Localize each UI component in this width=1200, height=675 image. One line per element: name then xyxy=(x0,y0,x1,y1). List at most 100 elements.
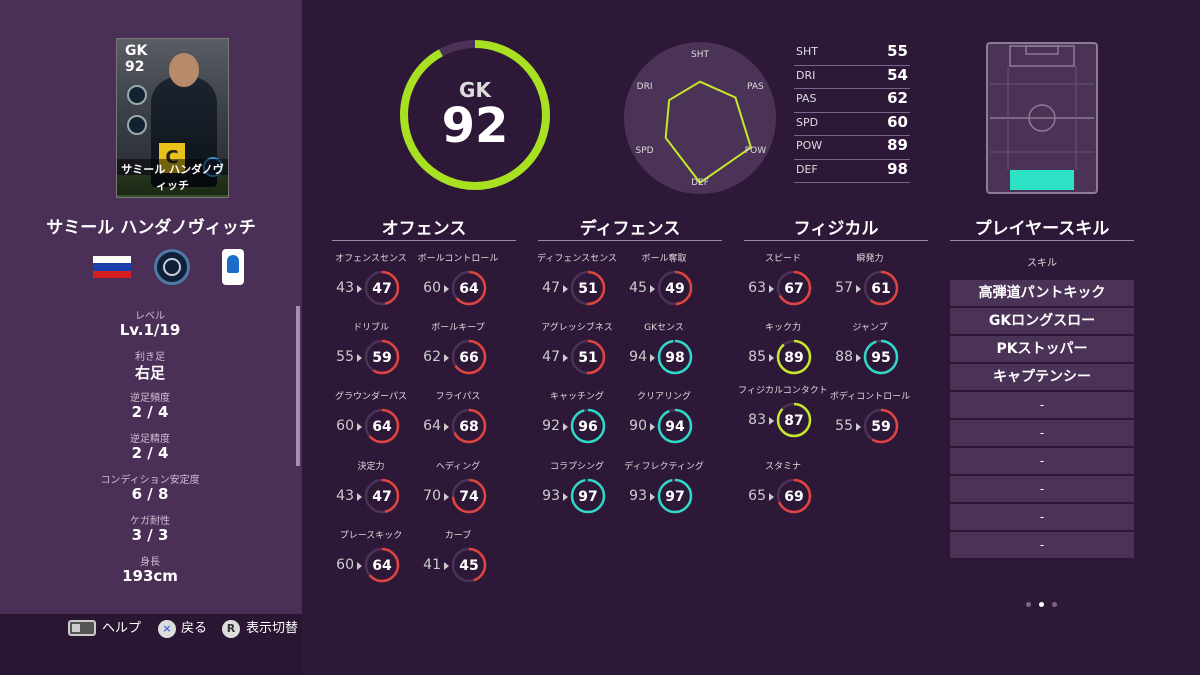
skill-slot-empty[interactable]: - xyxy=(950,532,1134,558)
stat-ring[interactable]: 95 xyxy=(863,339,899,375)
offense-divider xyxy=(332,240,516,241)
stat-ring[interactable]: 98 xyxy=(657,339,693,375)
offense-title: オフェンス xyxy=(381,219,467,239)
skill-slot-empty[interactable]: - xyxy=(950,504,1134,530)
player-name: サミール ハンダノヴィッチ xyxy=(46,218,256,238)
stat-ring[interactable]: 66 xyxy=(451,339,487,375)
stat-increase-arrow-icon xyxy=(769,417,774,425)
radar-axis-label: SPD xyxy=(636,146,654,156)
radar-axis-label: PAS xyxy=(747,82,764,92)
stat-ring[interactable]: 51 xyxy=(570,270,606,306)
stat-base-value: 47 xyxy=(542,349,560,365)
r-button-icon[interactable]: R xyxy=(222,620,240,638)
stat-base-value: 63 xyxy=(748,280,766,296)
stat-label: ボール奪取 xyxy=(641,254,687,264)
stat-value: 87 xyxy=(784,413,803,429)
stat-ring[interactable]: 67 xyxy=(776,270,812,306)
page-indicator-dot[interactable] xyxy=(1026,602,1031,607)
stat-ring[interactable]: 74 xyxy=(451,478,487,514)
stat-base-value: 93 xyxy=(542,488,560,504)
stat-increase-arrow-icon xyxy=(563,354,568,362)
stat-ring[interactable]: 68 xyxy=(451,408,487,444)
stat-ring[interactable]: 96 xyxy=(570,408,606,444)
skill-item[interactable]: 高弾道パントキック xyxy=(950,280,1134,306)
info-label: コンディション安定度 xyxy=(100,475,200,486)
stat-increase-arrow-icon xyxy=(563,285,568,293)
skill-item[interactable]: PKストッパー xyxy=(950,336,1134,362)
skill-slot-empty[interactable]: - xyxy=(950,392,1134,418)
skill-slot-empty[interactable]: - xyxy=(950,420,1134,446)
stat-value: 64 xyxy=(372,558,392,574)
stat-ring[interactable]: 51 xyxy=(570,339,606,375)
skill-slot-empty[interactable]: - xyxy=(950,448,1134,474)
stat-ring[interactable]: 89 xyxy=(776,339,812,375)
stat-base-value: 43 xyxy=(336,280,354,296)
stat-label: ボールキープ xyxy=(431,323,485,333)
stat-ring[interactable]: 94 xyxy=(657,408,693,444)
stat-label: キック力 xyxy=(764,323,801,333)
stat-value: 69 xyxy=(784,489,803,505)
skill-slot-empty[interactable]: - xyxy=(950,476,1134,502)
stat-ring[interactable]: 47 xyxy=(364,478,400,514)
stat-ring[interactable]: 69 xyxy=(776,478,812,514)
stat-value: 89 xyxy=(784,350,803,366)
stat-value: 49 xyxy=(665,281,684,297)
summary-value: 89 xyxy=(887,136,908,154)
stat-label: グラウンダーパス xyxy=(335,392,407,402)
skill-item[interactable]: キャプテンシー xyxy=(950,364,1134,390)
stat-increase-arrow-icon xyxy=(357,423,362,431)
stat-label: オフェンスセンス xyxy=(335,254,407,264)
stat-ring[interactable]: 61 xyxy=(863,270,899,306)
stat-ring[interactable]: 64 xyxy=(364,408,400,444)
skills-header: スキル xyxy=(1027,258,1057,269)
stat-label: コラプシング xyxy=(549,462,604,472)
stat-increase-arrow-icon xyxy=(444,423,449,431)
cross-button-icon[interactable]: × xyxy=(158,620,176,638)
stat-base-value: 60 xyxy=(423,280,441,296)
card-position: GK xyxy=(125,43,148,59)
stat-ring[interactable]: 59 xyxy=(364,339,400,375)
card-player-name: サミール ハンダノヴィッチ xyxy=(117,159,228,195)
stat-ring[interactable]: 97 xyxy=(570,478,606,514)
stat-label: プレースキック xyxy=(339,531,403,541)
stat-ring[interactable]: 64 xyxy=(364,547,400,583)
page-indicator-dot-active[interactable] xyxy=(1039,602,1044,607)
stat-base-value: 70 xyxy=(423,488,441,504)
stat-ring[interactable]: 64 xyxy=(451,270,487,306)
stat-ring[interactable]: 49 xyxy=(657,270,693,306)
toggle-view-label[interactable]: 表示切替 xyxy=(246,620,298,638)
stat-base-value: 60 xyxy=(336,418,354,434)
stat-base-value: 41 xyxy=(423,557,441,573)
skill-item[interactable]: GKロングスロー xyxy=(950,308,1134,334)
radar-axis-label: DRI xyxy=(637,82,653,92)
radar-axis-label: POW xyxy=(745,146,767,156)
back-label[interactable]: 戻る xyxy=(181,620,207,638)
player-card[interactable]: GK 92 C サミール ハンダノヴィッチ xyxy=(116,38,229,198)
help-label[interactable]: ヘルプ xyxy=(102,620,141,638)
radar-axis-label: DEF xyxy=(691,178,709,188)
physical-title: フィジカル xyxy=(793,219,879,239)
stat-base-value: 55 xyxy=(835,418,853,434)
summary-value: 54 xyxy=(887,65,908,84)
stat-ring[interactable]: 47 xyxy=(364,270,400,306)
info-scrollbar-thumb[interactable] xyxy=(296,306,300,466)
stat-base-value: 43 xyxy=(336,488,354,504)
info-label: レベル xyxy=(135,311,165,322)
stat-ring[interactable]: 87 xyxy=(776,402,812,438)
defense-divider xyxy=(538,240,722,241)
page-indicator-dot[interactable] xyxy=(1052,602,1057,607)
stat-ring[interactable]: 97 xyxy=(657,478,693,514)
stat-base-value: 60 xyxy=(336,557,354,573)
stat-value: 64 xyxy=(372,419,392,435)
stat-ring[interactable]: 59 xyxy=(863,408,899,444)
stat-base-value: 92 xyxy=(542,418,560,434)
summary-row: DRI 54 xyxy=(794,65,910,89)
summary-value: 60 xyxy=(887,112,908,131)
stat-base-value: 64 xyxy=(423,418,441,434)
stat-base-value: 94 xyxy=(629,349,647,365)
stat-label: ディフェンスセンス xyxy=(536,254,617,264)
summary-value: 98 xyxy=(887,159,908,178)
touchpad-icon[interactable] xyxy=(68,620,96,636)
stat-label: フライパス xyxy=(435,392,481,402)
stat-ring[interactable]: 45 xyxy=(451,547,487,583)
